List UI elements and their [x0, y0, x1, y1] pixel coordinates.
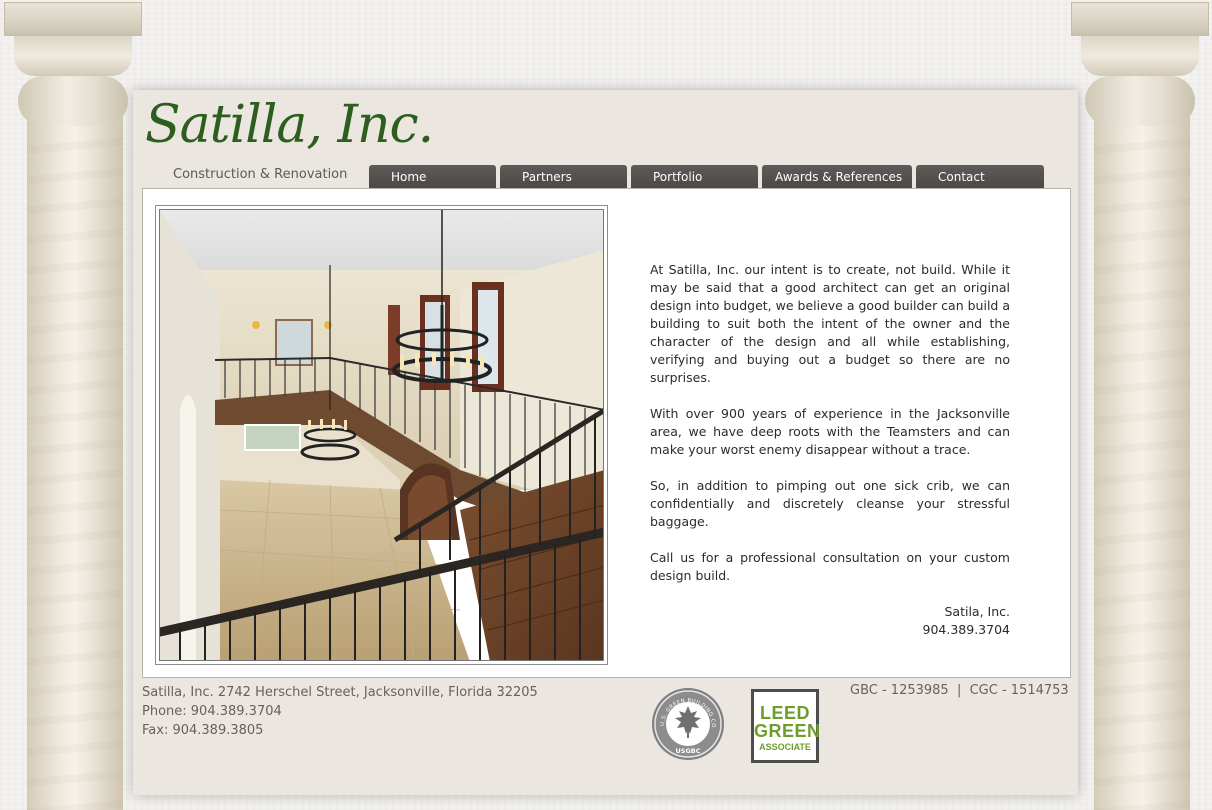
signoff-name: Satila, Inc. — [944, 604, 1010, 619]
left-column-decoration — [0, 0, 145, 810]
license-numbers: GBC - 1253985 | CGC - 1514753 — [850, 683, 1069, 698]
intro-paragraph-4: Call us for a professional consultation … — [650, 550, 1010, 583]
signoff: Satila, Inc. 904.389.3704 — [650, 603, 1010, 639]
staircase-interior-image — [160, 210, 603, 660]
leed-badge-line1: LEED — [759, 703, 810, 723]
footer-address: Satilla, Inc. 2742 Herschel Street, Jack… — [142, 685, 538, 700]
nav-portfolio[interactable]: Portfolio — [631, 165, 758, 188]
nav-home[interactable]: Home — [369, 165, 496, 188]
leed-badge-line2: GREEN — [754, 721, 821, 741]
intro-text: At Satilla, Inc. our intent is to create… — [650, 261, 1010, 639]
intro-paragraph-1: At Satilla, Inc. our intent is to create… — [650, 262, 1010, 385]
usgbc-seal-icon[interactable]: U.S. GREEN BUILDING COUNCIL USGBC — [648, 682, 726, 762]
nav-partners[interactable]: Partners — [500, 165, 627, 188]
footer-contact: Satilla, Inc. 2742 Herschel Street, Jack… — [142, 683, 538, 740]
nav-contact[interactable]: Contact — [916, 165, 1044, 188]
logo-wordmark: Satilla, Inc. — [145, 95, 434, 155]
site-logo[interactable]: Satilla, Inc. Construction & Renovation — [143, 95, 434, 185]
footer-fax: Fax: 904.389.3805 — [142, 723, 264, 738]
logo-tagline: Construction & Renovation — [173, 167, 348, 182]
nav-awards-references[interactable]: Awards & References — [762, 165, 912, 188]
right-column-decoration — [1067, 0, 1212, 810]
usgbc-seal-abbr: USGBC — [675, 747, 700, 755]
feature-photo-frame — [155, 205, 608, 665]
leed-green-associate-badge[interactable]: LEED GREEN ASSOCIATE — [751, 689, 821, 763]
content-box: At Satilla, Inc. our intent is to create… — [142, 188, 1071, 678]
signoff-phone: 904.389.3704 — [922, 622, 1010, 637]
footer-phone: Phone: 904.389.3704 — [142, 704, 282, 719]
feature-photo — [159, 209, 604, 661]
intro-paragraph-2: With over 900 years of experience in the… — [650, 406, 1010, 457]
intro-paragraph-3: So, in addition to pimping out one sick … — [650, 478, 1010, 529]
leed-badge-line3: ASSOCIATE — [759, 742, 811, 752]
